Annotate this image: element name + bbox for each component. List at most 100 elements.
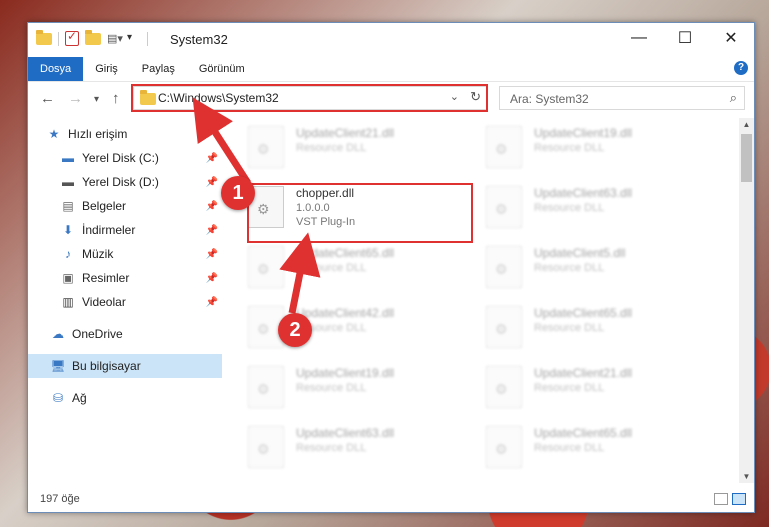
view-switcher [714, 493, 746, 505]
file-description: Resource DLL [296, 382, 367, 394]
vertical-scrollbar[interactable]: ▲ ▼ [739, 118, 754, 483]
list-item[interactable]: UpdateClient65.dll Resource DLL [486, 302, 706, 354]
file-description: Resource DLL [534, 382, 605, 394]
folder-icon [36, 29, 52, 45]
list-item[interactable]: UpdateClient19.dll Resource DLL [248, 362, 468, 414]
title-bar: ▤▾ ▾ System32 — ☐ ✕ [28, 23, 754, 57]
file-name: UpdateClient63.dll [296, 426, 395, 440]
file-name: UpdateClient65.dll [534, 306, 633, 320]
list-item[interactable]: UpdateClient21.dll Resource DLL [486, 362, 706, 414]
scroll-up-icon[interactable]: ▲ [739, 120, 754, 129]
sidebar-item-label: Yerel Disk (D:) [82, 175, 159, 189]
tab-share[interactable]: Paylaş [130, 57, 187, 81]
divider [58, 31, 59, 46]
sidebar-item-documents[interactable]: ▤ Belgeler 📌 [60, 194, 222, 218]
list-item[interactable]: UpdateClient65.dll Resource DLL [486, 422, 706, 474]
explorer-window: ▤▾ ▾ System32 — ☐ ✕ Dosya Giriş Paylaş G… [27, 22, 755, 513]
sidebar-item-this-pc[interactable]: 🖥 Bu bilgisayar [28, 354, 222, 378]
list-item[interactable]: UpdateClient5.dll Resource DLL [486, 242, 706, 294]
pin-icon[interactable]: 📌 [206, 153, 218, 164]
file-description: Resource DLL [296, 142, 367, 154]
list-item[interactable]: UpdateClient63.dll Resource DLL [486, 182, 706, 234]
list-item[interactable]: UpdateClient63.dll Resource DLL [248, 422, 468, 474]
file-name: UpdateClient21.dll [296, 126, 395, 140]
close-button[interactable]: ✕ [708, 23, 754, 53]
pin-icon[interactable]: 📌 [206, 201, 218, 212]
dll-file-icon [486, 306, 522, 348]
minimize-button[interactable]: — [616, 23, 662, 53]
list-item[interactable]: UpdateClient19.dll Resource DLL [486, 122, 706, 174]
pin-icon[interactable]: 📌 [206, 273, 218, 284]
dll-file-icon [248, 426, 284, 468]
folder-icon [140, 90, 156, 105]
sidebar-item-label: Resimler [82, 271, 130, 285]
file-description: Resource DLL [534, 442, 605, 454]
up-arrow-icon[interactable]: ↑ [112, 90, 120, 107]
new-folder-icon[interactable] [85, 29, 101, 45]
tab-home[interactable]: Giriş [83, 57, 130, 81]
status-bar: 197 öğe [28, 488, 754, 512]
address-bar[interactable]: C:\Windows\System32 ⌄ ↻ [133, 86, 488, 110]
sidebar-item-label: İndirmeler [82, 223, 136, 237]
pin-icon[interactable]: 📌 [206, 297, 218, 308]
customize-icon[interactable]: ▤▾ [107, 32, 123, 46]
file-description: Resource DLL [534, 322, 605, 334]
chevron-down-icon[interactable]: ▾ [127, 32, 141, 46]
scroll-down-icon[interactable]: ▼ [739, 472, 754, 481]
tab-view[interactable]: Görünüm [187, 57, 257, 81]
scroll-thumb[interactable] [741, 134, 752, 182]
step-marker-2: 2 [278, 313, 312, 347]
dll-file-icon [248, 366, 284, 408]
address-path: C:\Windows\System32 [158, 91, 279, 105]
download-icon: ⬇ [62, 223, 74, 237]
sidebar-item-label: Müzik [82, 247, 114, 261]
file-name: UpdateClient19.dll [534, 126, 633, 140]
recent-locations-icon[interactable]: ▾ [94, 94, 99, 105]
file-description: Resource DLL [534, 262, 605, 274]
refresh-icon[interactable]: ↻ [470, 89, 481, 105]
video-icon: ▥ [62, 295, 74, 309]
back-arrow-icon[interactable]: ← [40, 90, 55, 107]
drive-icon: ▬ [62, 151, 74, 165]
window-title: System32 [170, 32, 228, 47]
sidebar-item-music[interactable]: ♪ Müzik 📌 [60, 242, 222, 266]
pin-icon[interactable]: 📌 [206, 177, 218, 188]
sidebar-item-disk-c[interactable]: ▬ Yerel Disk (C:) 📌 [60, 146, 222, 170]
tiles-view-icon[interactable] [732, 493, 746, 505]
forward-arrow-icon[interactable]: → [68, 90, 83, 107]
pin-icon[interactable]: 📌 [206, 225, 218, 236]
list-item-chopper[interactable]: chopper.dll 1.0.0.0 VST Plug-In [248, 182, 468, 234]
sidebar-item-label: Belgeler [82, 199, 127, 213]
sidebar-item-pictures[interactable]: ▣ Resimler 📌 [60, 266, 222, 290]
file-description: Resource DLL [296, 442, 367, 454]
maximize-button[interactable]: ☐ [662, 23, 708, 53]
list-item[interactable]: UpdateClient65.dll Resource DLL [248, 242, 468, 294]
sidebar-item-videos[interactable]: ▥ Videolar 📌 [60, 290, 222, 314]
help-icon[interactable]: ? [734, 61, 748, 75]
file-description: Resource DLL [296, 262, 367, 274]
file-name: UpdateClient65.dll [296, 246, 395, 260]
chevron-down-icon[interactable]: ⌄ [450, 90, 459, 103]
sidebar-item-quick-access[interactable]: ★ Hızlı erişim [46, 122, 222, 146]
tab-file[interactable]: Dosya [28, 57, 84, 81]
search-icon[interactable]: ⌕ [730, 90, 737, 106]
sidebar-item-downloads[interactable]: ⬇ İndirmeler 📌 [60, 218, 222, 242]
window-controls: — ☐ ✕ [616, 23, 754, 53]
drive-icon: ▬ [62, 175, 74, 189]
sidebar-item-disk-d[interactable]: ▬ Yerel Disk (D:) 📌 [60, 170, 222, 194]
file-description: Resource DLL [534, 142, 605, 154]
list-item[interactable]: UpdateClient21.dll Resource DLL [248, 122, 468, 174]
sidebar-item-network[interactable]: ⛁ Ağ [50, 386, 222, 410]
dll-file-icon [248, 126, 284, 168]
properties-icon[interactable] [65, 29, 79, 46]
details-view-icon[interactable] [714, 493, 728, 505]
dll-file-icon [248, 246, 284, 288]
file-name: UpdateClient65.dll [534, 426, 633, 440]
search-input[interactable]: Ara: System32 ⌕ [499, 86, 745, 110]
pin-icon[interactable]: 📌 [206, 249, 218, 260]
sidebar-item-label: Videolar [82, 295, 126, 309]
quick-access-toolbar: ▤▾ ▾ [36, 29, 148, 46]
file-name: UpdateClient5.dll [534, 246, 626, 260]
dll-file-icon [486, 186, 522, 228]
sidebar-item-onedrive[interactable]: ☁ OneDrive [50, 322, 222, 346]
